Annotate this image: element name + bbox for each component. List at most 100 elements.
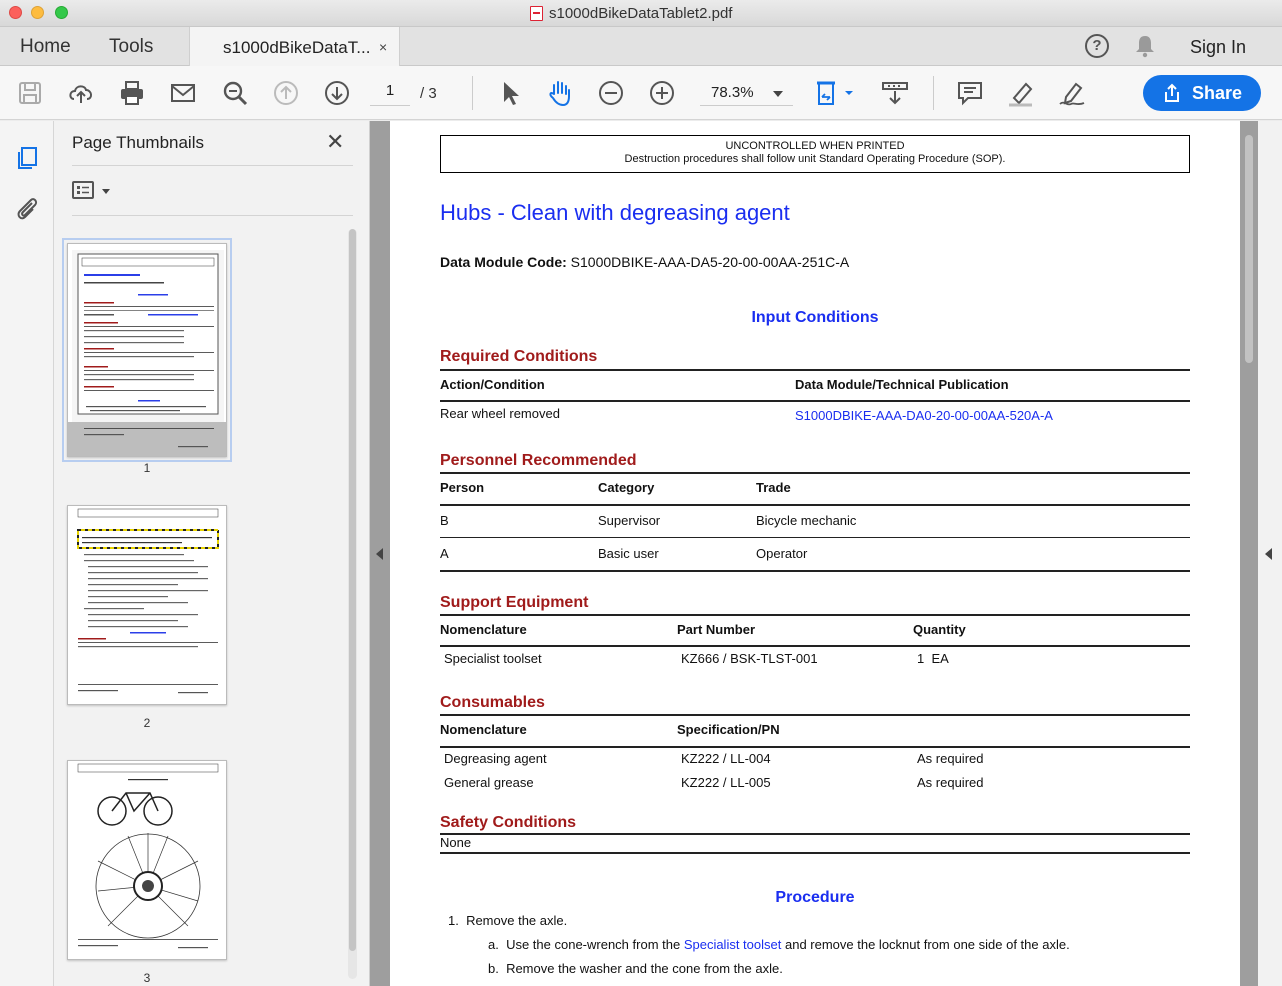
personnel-person: A bbox=[440, 546, 449, 561]
expand-right-panel-icon[interactable] bbox=[1265, 548, 1272, 560]
table-rule bbox=[440, 614, 1190, 616]
window-title-text: s1000dBikeDataTablet2.pdf bbox=[549, 5, 733, 22]
col-part-number: Part Number bbox=[677, 622, 756, 637]
tab-bar: Home Tools s1000dBikeDataT... × ? Sign I… bbox=[0, 27, 1282, 67]
sign-pen-icon[interactable] bbox=[1057, 78, 1087, 108]
pdf-file-icon bbox=[530, 6, 543, 21]
page-thumbnail-2[interactable] bbox=[67, 505, 227, 705]
procedure-step-1a: a. Use the cone-wrench from the Speciali… bbox=[488, 937, 1070, 952]
share-button[interactable]: Share bbox=[1143, 75, 1261, 111]
tab-home[interactable]: Home bbox=[20, 36, 71, 58]
help-icon[interactable]: ? bbox=[1085, 34, 1109, 58]
banner-line-1: UNCONTROLLED WHEN PRINTED bbox=[725, 140, 905, 152]
next-page-icon[interactable] bbox=[322, 78, 352, 108]
thumbnails-scrollbar[interactable] bbox=[348, 229, 357, 979]
toolbar-divider bbox=[933, 76, 934, 110]
document-title: Hubs - Clean with degreasing agent bbox=[440, 200, 790, 225]
zoom-out-icon[interactable] bbox=[596, 78, 626, 108]
input-conditions-heading: Input Conditions bbox=[751, 309, 879, 326]
window-title: s1000dBikeDataTablet2.pdf bbox=[530, 5, 732, 22]
table-rule bbox=[440, 833, 1190, 835]
page-thumbnail-1[interactable] bbox=[62, 238, 232, 462]
equipment-part-number: KZ666 / BSK-TLST-001 bbox=[681, 651, 818, 666]
print-icon[interactable] bbox=[117, 78, 147, 108]
page-number-input[interactable]: 1 bbox=[370, 82, 410, 106]
procedure-heading: Procedure bbox=[775, 889, 855, 906]
personnel-person: B bbox=[440, 513, 449, 528]
tab-document[interactable]: s1000dBikeDataT... × bbox=[189, 27, 400, 67]
left-icon-rail bbox=[0, 121, 54, 986]
col-nomenclature: Nomenclature bbox=[440, 722, 527, 737]
thumbnail-options-icon[interactable] bbox=[72, 181, 94, 199]
equipment-quantity: 1 EA bbox=[917, 651, 949, 666]
select-cursor-icon[interactable] bbox=[495, 78, 525, 108]
attachment-icon[interactable] bbox=[14, 195, 40, 221]
sign-in-button[interactable]: Sign In bbox=[1190, 37, 1246, 58]
table-rule bbox=[440, 570, 1190, 572]
required-condition-action: Rear wheel removed bbox=[440, 406, 560, 421]
toolbar-divider bbox=[472, 76, 473, 110]
scrolling-mode-icon[interactable] bbox=[880, 78, 910, 108]
share-label: Share bbox=[1191, 82, 1243, 103]
highlighter-icon[interactable] bbox=[1006, 78, 1036, 108]
personnel-trade: Bicycle mechanic bbox=[756, 513, 857, 528]
dmc-label: Data Module Code: bbox=[440, 254, 567, 270]
personnel-trade: Operator bbox=[756, 546, 808, 561]
document-scrollbar[interactable] bbox=[1243, 130, 1255, 986]
page-thumbnails-icon[interactable] bbox=[14, 145, 40, 171]
window-close-button[interactable] bbox=[9, 6, 22, 19]
specialist-toolset-link[interactable]: Specialist toolset bbox=[684, 937, 782, 952]
scrollbar-thumb[interactable] bbox=[349, 229, 356, 951]
consumable-name: General grease bbox=[444, 775, 534, 790]
tab-close-icon[interactable]: × bbox=[379, 39, 387, 55]
step-1a-text: a. Use the cone-wrench from the bbox=[488, 937, 684, 952]
chevron-down-icon[interactable] bbox=[102, 189, 110, 194]
thumbnails-title: Page Thumbnails bbox=[72, 133, 204, 152]
thumbnail-label: 2 bbox=[143, 716, 151, 730]
col-trade: Trade bbox=[756, 480, 791, 495]
uncontrolled-banner: UNCONTROLLED WHEN PRINTED Destruction pr… bbox=[440, 135, 1190, 173]
col-specification: Specification/PN bbox=[677, 722, 780, 737]
data-module-code: Data Module Code: S1000DBIKE-AAA-DA5-20-… bbox=[440, 254, 849, 270]
email-icon[interactable] bbox=[168, 78, 198, 108]
comment-icon[interactable] bbox=[955, 78, 985, 108]
previous-page-icon[interactable] bbox=[271, 78, 301, 108]
search-icon[interactable] bbox=[220, 78, 250, 108]
page-total: / 3 bbox=[420, 85, 437, 102]
table-rule bbox=[440, 472, 1190, 474]
step-1a-text-end: and remove the locknut from one side of … bbox=[781, 937, 1070, 952]
title-bar: s1000dBikeDataTablet2.pdf bbox=[0, 0, 1282, 27]
save-icon[interactable] bbox=[15, 78, 45, 108]
close-icon[interactable]: ✕ bbox=[326, 129, 344, 155]
window-maximize-button[interactable] bbox=[55, 6, 68, 19]
required-conditions-heading: Required Conditions bbox=[440, 348, 598, 365]
consumable-spec: KZ222 / LL-004 bbox=[681, 751, 771, 766]
hand-tool-icon[interactable] bbox=[545, 78, 575, 108]
thumbnail-label: 3 bbox=[143, 971, 151, 985]
consumables-heading: Consumables bbox=[440, 694, 545, 711]
toolbar: 1 / 3 78.3% bbox=[0, 66, 1282, 120]
dmc-value: S1000DBIKE-AAA-DA5-20-00-00AA-251C-A bbox=[570, 254, 850, 270]
thumbnail-label: 1 bbox=[143, 461, 151, 475]
collapse-left-panel-icon[interactable] bbox=[376, 548, 383, 560]
required-condition-link[interactable]: S1000DBIKE-AAA-DA0-20-00-00AA-520A-A bbox=[795, 408, 1053, 423]
bell-icon[interactable] bbox=[1134, 34, 1156, 58]
tab-document-label: s1000dBikeDataT... bbox=[223, 38, 371, 57]
chevron-down-icon bbox=[773, 91, 783, 97]
zoom-in-icon[interactable] bbox=[647, 78, 677, 108]
consumable-spec: KZ222 / LL-005 bbox=[681, 775, 771, 790]
zoom-level-select[interactable]: 78.3% bbox=[700, 82, 793, 106]
consumable-name: Degreasing agent bbox=[444, 751, 547, 766]
cloud-upload-icon[interactable] bbox=[66, 78, 96, 108]
scrollbar-thumb[interactable] bbox=[1245, 135, 1253, 363]
procedure-step-1b: b. Remove the washer and the cone from t… bbox=[488, 961, 783, 976]
tab-tools[interactable]: Tools bbox=[109, 36, 153, 58]
window-minimize-button[interactable] bbox=[31, 6, 44, 19]
support-equipment-heading: Support Equipment bbox=[440, 594, 589, 611]
col-nomenclature: Nomenclature bbox=[440, 622, 527, 637]
personnel-heading: Personnel Recommended bbox=[440, 452, 637, 469]
page-thumbnail-3[interactable] bbox=[67, 760, 227, 960]
consumable-qty: As required bbox=[917, 751, 984, 766]
col-action-condition: Action/Condition bbox=[440, 377, 545, 392]
fit-page-icon[interactable] bbox=[815, 78, 857, 108]
